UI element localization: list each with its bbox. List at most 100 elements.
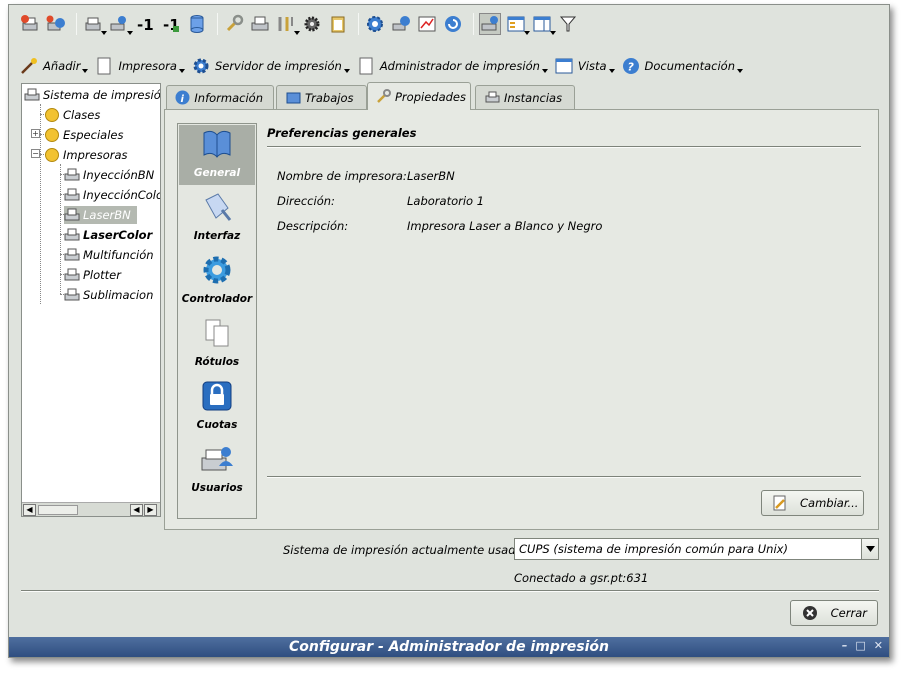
scroll-left-icon[interactable]: ◀ xyxy=(23,504,36,516)
gear-chip-icon[interactable] xyxy=(301,13,323,35)
menu-impresora[interactable]: Impresora xyxy=(94,56,185,76)
nav-controlador[interactable]: Controlador xyxy=(179,251,255,311)
close-button[interactable]: Cerrar xyxy=(790,600,878,626)
star-folder-icon xyxy=(44,107,60,123)
minus-one-alt-icon[interactable]: -1 xyxy=(160,13,182,35)
minimize-icon[interactable]: – xyxy=(842,639,848,652)
tree-item-printer[interactable]: Sublimacion xyxy=(64,286,153,304)
book-icon xyxy=(200,127,234,161)
change-button[interactable]: Cambiar... xyxy=(761,490,864,516)
star-folder-icon xyxy=(44,127,60,143)
star-folder-icon xyxy=(44,147,60,163)
magic-wand-icon xyxy=(19,56,39,76)
printer-name-label: Nombre de impresora: xyxy=(277,169,407,183)
wrench-icon[interactable] xyxy=(223,13,245,35)
refresh-icon[interactable] xyxy=(442,13,464,35)
menu-administrador[interactable]: Administrador de impresión xyxy=(356,56,548,76)
server-config-icon[interactable] xyxy=(364,13,386,35)
nav-label: Rótulos xyxy=(194,356,240,368)
collapse-impresoras-icon[interactable]: − xyxy=(31,149,40,158)
tab-informacion[interactable]: i Información xyxy=(166,85,274,109)
tree-item-label: Especiales xyxy=(63,128,124,142)
tree-horizontal-scrollbar[interactable]: ◀ ◀ ▶ xyxy=(22,502,160,516)
lock-icon xyxy=(200,379,234,413)
svg-text:-1: -1 xyxy=(137,16,154,34)
users-icon xyxy=(200,442,234,476)
window-controls: – □ ✕ xyxy=(834,639,883,652)
cylinder-icon[interactable] xyxy=(186,13,208,35)
filter-icon[interactable] xyxy=(557,13,579,35)
tab-propiedades[interactable]: Propiedades xyxy=(367,82,471,110)
pages-icon xyxy=(200,316,234,350)
tree-item-printer[interactable]: InyecciónColor xyxy=(64,186,161,204)
clipboard-icon[interactable] xyxy=(327,13,349,35)
toolbar-separator xyxy=(76,13,77,35)
tree-item-printer[interactable]: InyecciónBN xyxy=(64,166,154,184)
nav-label: Cuotas xyxy=(196,419,238,431)
maximize-icon[interactable]: □ xyxy=(855,639,865,652)
select-value: CUPS (sistema de impresión común para Un… xyxy=(519,542,788,556)
system-label: Sistema de impresión actualmente usado: xyxy=(283,543,527,557)
tab-trabajos[interactable]: Trabajos xyxy=(276,85,367,109)
toolbar: -1 -1 xyxy=(19,11,583,37)
tree-item-printer[interactable]: Multifunción xyxy=(64,246,154,264)
menu-label: Impresora xyxy=(118,59,177,73)
chevron-down-icon[interactable] xyxy=(861,539,878,559)
properties-panel: General Interfaz Controlador Rótulos Cuo… xyxy=(164,109,879,530)
window-titlebar[interactable]: Configurar - Administrador de impresión … xyxy=(9,637,889,657)
window-icon[interactable] xyxy=(531,13,556,35)
tools-icon[interactable] xyxy=(275,13,300,35)
divider xyxy=(267,476,861,478)
printer-tree[interactable]: + − Sistema de impresión Clases Especial… xyxy=(21,83,161,517)
printer-stop-icon[interactable] xyxy=(82,13,107,35)
menu-servidor[interactable]: Servidor de impresión xyxy=(191,56,350,76)
expand-especiales-icon[interactable]: + xyxy=(31,129,40,138)
tree-item-label: Clases xyxy=(63,108,101,122)
tree-item-especiales[interactable]: Especiales xyxy=(44,126,123,144)
add-printer-icon[interactable] xyxy=(19,13,41,35)
menu-documentacion[interactable]: ? Documentación xyxy=(621,56,743,76)
tab-instancias[interactable]: Instancias xyxy=(475,85,575,109)
printer-icon xyxy=(64,167,80,183)
nav-usuarios[interactable]: Usuarios xyxy=(179,440,255,500)
printer-icon xyxy=(64,187,80,203)
scroll-thumb[interactable] xyxy=(38,505,78,515)
tree-item-label: Multifunción xyxy=(83,248,154,262)
tree-item-impresoras[interactable]: Impresoras xyxy=(44,146,128,164)
printer-test-icon[interactable] xyxy=(249,13,271,35)
printer-view-icon[interactable] xyxy=(479,13,501,35)
nav-general[interactable]: General xyxy=(179,125,255,185)
nav-rotulos[interactable]: Rótulos xyxy=(179,314,255,374)
tree-item-printer[interactable]: Plotter xyxy=(64,266,121,284)
window-list-icon[interactable] xyxy=(505,13,530,35)
tree-item-root[interactable]: Sistema de impresión xyxy=(24,86,161,104)
tree-item-label: Impresoras xyxy=(63,148,128,162)
menu-vista[interactable]: Vista xyxy=(554,56,615,76)
tree-item-printer-selected[interactable]: LaserBN xyxy=(64,206,137,224)
printer-icon xyxy=(484,90,500,106)
scroll-right-icon[interactable]: ▶ xyxy=(144,504,157,516)
printer-icon xyxy=(24,87,40,103)
nav-interfaz[interactable]: Interfaz xyxy=(179,188,255,248)
menu-label: Vista xyxy=(577,59,607,73)
tree-item-clases[interactable]: Clases xyxy=(44,106,100,124)
document-icon xyxy=(356,56,376,76)
printing-system-select[interactable]: CUPS (sistema de impresión común para Un… xyxy=(514,538,879,560)
menu-label: Servidor de impresión xyxy=(214,59,342,73)
tree-item-label: InyecciónColor xyxy=(83,188,161,202)
menu-anadir[interactable]: Añadir xyxy=(19,56,89,76)
printer-user-icon[interactable] xyxy=(108,13,133,35)
close-window-icon[interactable]: ✕ xyxy=(874,639,883,652)
close-icon xyxy=(801,604,819,622)
info-icon: i xyxy=(175,90,190,106)
server-settings-icon[interactable] xyxy=(390,13,412,35)
nav-cuotas[interactable]: Cuotas xyxy=(179,377,255,437)
tree-item-printer[interactable]: LaserColor xyxy=(64,226,152,244)
scroll-left-icon[interactable]: ◀ xyxy=(130,504,143,516)
minus-one-icon[interactable]: -1 xyxy=(134,13,156,35)
location-value: Laboratorio 1 xyxy=(407,194,485,208)
document-icon xyxy=(94,56,114,76)
graph-icon[interactable] xyxy=(416,13,438,35)
add-class-icon[interactable] xyxy=(45,13,67,35)
tree-item-label: Sistema de impresión xyxy=(43,88,161,102)
